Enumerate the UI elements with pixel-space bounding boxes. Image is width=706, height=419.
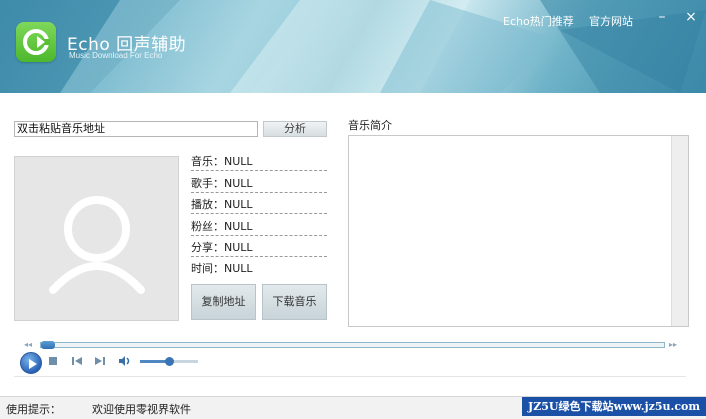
info-key: 播放： [191, 198, 224, 211]
info-key: 分享： [191, 241, 224, 254]
info-row-music: 音乐：NULL [191, 152, 327, 171]
info-row-singer: 歌手：NULL [191, 174, 327, 193]
info-value: NULL [224, 262, 253, 275]
stop-button[interactable] [48, 356, 58, 369]
mute-button[interactable] [118, 355, 132, 370]
intro-title: 音乐简介 [348, 119, 392, 132]
info-row-time: 时间：NULL [191, 259, 327, 278]
analyze-button[interactable]: 分析 [263, 121, 327, 137]
info-value: NULL [224, 241, 253, 254]
header-banner: Echo 回声辅助 Music Download For Echo Echo热门… [0, 0, 706, 93]
progress-thumb[interactable] [41, 341, 55, 349]
cover-placeholder [14, 156, 179, 321]
info-key: 歌手： [191, 177, 224, 190]
next-button[interactable] [94, 356, 106, 369]
info-value: NULL [224, 198, 253, 211]
info-value: NULL [224, 220, 253, 233]
hot-recommend-link[interactable]: Echo热门推荐 [503, 13, 574, 29]
play-icon [29, 359, 37, 369]
info-row-fans: 粉丝：NULL [191, 217, 327, 236]
copy-url-button[interactable]: 复制地址 [191, 284, 256, 320]
minimize-button[interactable]: – [654, 9, 670, 25]
rewind-arrow-icon: ◂◂ [24, 340, 33, 349]
previous-button[interactable] [71, 356, 83, 369]
app-subtitle: Music Download For Echo [69, 51, 163, 60]
status-message: 欢迎使用零视界软件 [92, 403, 191, 416]
official-site-link[interactable]: 官方网站 [589, 13, 633, 29]
music-url-input[interactable]: 双击粘贴音乐地址 [14, 121, 258, 137]
info-row-plays: 播放：NULL [191, 195, 327, 214]
status-label: 使用提示： [6, 403, 61, 416]
info-key: 时间： [191, 262, 224, 275]
next-icon [95, 357, 105, 365]
forward-arrow-icon: ▸▸ [669, 340, 678, 349]
watermark-banner: JZ5U绿色下载站www.jz5u.com [522, 397, 706, 416]
intro-textarea[interactable] [348, 135, 689, 327]
info-value: NULL [224, 177, 253, 190]
info-key: 粉丝： [191, 220, 224, 233]
volume-slider[interactable] [140, 357, 198, 366]
player-bar: ◂◂ ▸▸ [14, 337, 686, 377]
previous-icon [72, 357, 82, 365]
progress-slider[interactable] [40, 341, 665, 349]
download-music-button[interactable]: 下载音乐 [262, 284, 327, 320]
info-row-shares: 分享：NULL [191, 238, 327, 257]
intro-scrollbar[interactable] [671, 136, 688, 326]
info-key: 音乐： [191, 155, 224, 168]
player-divider [14, 376, 686, 377]
stop-icon [49, 357, 57, 365]
play-button[interactable] [20, 352, 42, 374]
app-logo [16, 22, 56, 62]
info-value: NULL [224, 155, 253, 168]
close-button[interactable]: × [683, 9, 699, 25]
user-avatar-icon [49, 196, 145, 294]
volume-icon [119, 356, 130, 366]
volume-thumb[interactable] [164, 357, 174, 366]
echo-logo-icon [23, 29, 50, 55]
